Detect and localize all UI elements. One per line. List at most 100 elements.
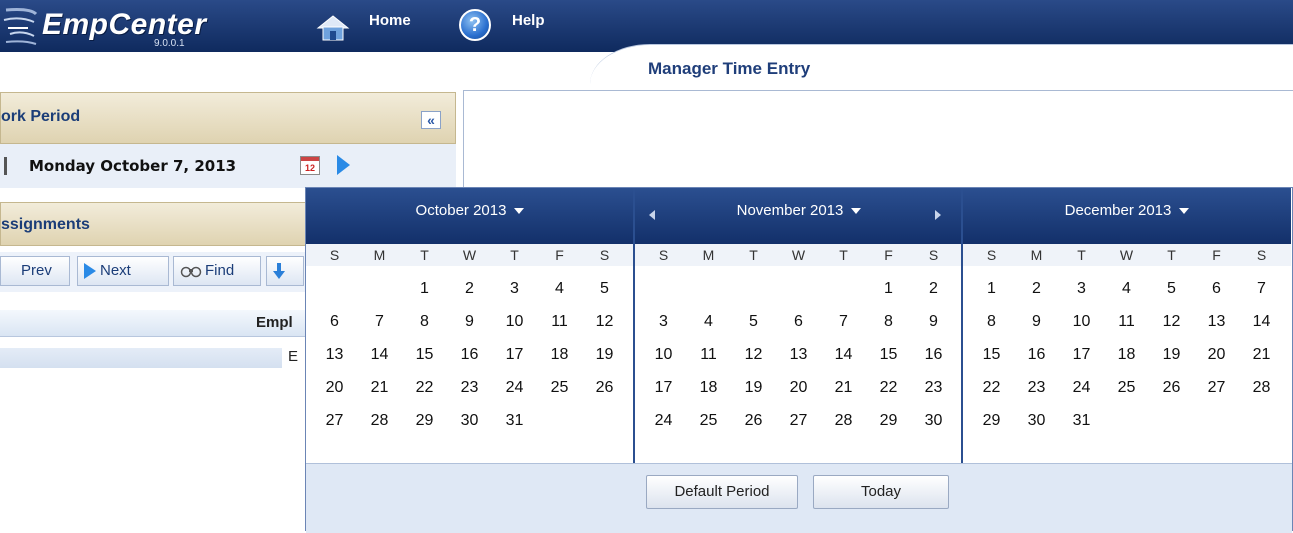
- table-row[interactable]: E: [0, 344, 310, 372]
- day-cell[interactable]: 31: [492, 404, 537, 437]
- day-cell[interactable]: 8: [969, 305, 1014, 338]
- day-cell[interactable]: 10: [1059, 305, 1104, 338]
- home-link[interactable]: Home: [369, 12, 411, 29]
- day-cell[interactable]: 21: [821, 371, 866, 404]
- day-cell[interactable]: 7: [821, 305, 866, 338]
- day-cell[interactable]: 25: [537, 371, 582, 404]
- day-cell[interactable]: 14: [821, 338, 866, 371]
- day-cell[interactable]: 17: [492, 338, 537, 371]
- day-cell[interactable]: 27: [312, 404, 357, 437]
- today-button[interactable]: Today: [813, 475, 949, 509]
- collapse-panel-button[interactable]: «: [421, 111, 441, 129]
- day-cell[interactable]: 17: [1059, 338, 1104, 371]
- day-cell[interactable]: 1: [402, 272, 447, 305]
- day-cell[interactable]: 7: [1239, 272, 1284, 305]
- day-cell[interactable]: 25: [686, 404, 731, 437]
- day-cell[interactable]: 7: [357, 305, 402, 338]
- day-cell[interactable]: 16: [911, 338, 956, 371]
- day-cell[interactable]: 4: [537, 272, 582, 305]
- day-cell[interactable]: 14: [357, 338, 402, 371]
- day-cell[interactable]: 28: [357, 404, 402, 437]
- day-cell[interactable]: 22: [866, 371, 911, 404]
- move-down-button[interactable]: [266, 256, 304, 286]
- day-cell[interactable]: 10: [641, 338, 686, 371]
- default-period-button[interactable]: Default Period: [646, 475, 798, 509]
- month-title-dropdown[interactable]: November 2013: [635, 202, 963, 219]
- day-cell[interactable]: 20: [312, 371, 357, 404]
- day-cell[interactable]: 17: [641, 371, 686, 404]
- day-cell[interactable]: 29: [866, 404, 911, 437]
- day-cell[interactable]: 30: [1014, 404, 1059, 437]
- help-link[interactable]: Help: [512, 12, 545, 29]
- day-cell[interactable]: 27: [776, 404, 821, 437]
- day-cell[interactable]: 1: [866, 272, 911, 305]
- day-cell[interactable]: 9: [911, 305, 956, 338]
- day-cell[interactable]: 19: [731, 371, 776, 404]
- day-cell[interactable]: 15: [402, 338, 447, 371]
- day-cell[interactable]: 12: [582, 305, 627, 338]
- day-cell[interactable]: 8: [866, 305, 911, 338]
- day-cell[interactable]: 12: [1149, 305, 1194, 338]
- day-cell[interactable]: 31: [1059, 404, 1104, 437]
- day-cell[interactable]: 13: [1194, 305, 1239, 338]
- day-cell[interactable]: 15: [866, 338, 911, 371]
- day-cell[interactable]: 26: [731, 404, 776, 437]
- day-cell[interactable]: 20: [776, 371, 821, 404]
- day-cell[interactable]: 19: [1149, 338, 1194, 371]
- day-cell[interactable]: 9: [447, 305, 492, 338]
- day-cell[interactable]: 24: [1059, 371, 1104, 404]
- next-month-icon[interactable]: [935, 210, 941, 220]
- day-cell[interactable]: 4: [1104, 272, 1149, 305]
- day-cell[interactable]: 21: [1239, 338, 1284, 371]
- find-button[interactable]: Find: [173, 256, 261, 286]
- day-cell[interactable]: 30: [911, 404, 956, 437]
- day-cell[interactable]: 24: [492, 371, 537, 404]
- day-cell[interactable]: 29: [969, 404, 1014, 437]
- grid-column-employee[interactable]: Empl: [256, 314, 293, 331]
- day-cell[interactable]: 22: [402, 371, 447, 404]
- empcenter-logo[interactable]: EmpCenter 9.0.0.1: [0, 6, 270, 49]
- day-cell[interactable]: 2: [447, 272, 492, 305]
- day-cell[interactable]: 5: [731, 305, 776, 338]
- day-cell[interactable]: 28: [1239, 371, 1284, 404]
- home-icon[interactable]: [316, 14, 350, 42]
- day-cell[interactable]: 10: [492, 305, 537, 338]
- day-cell[interactable]: 3: [1059, 272, 1104, 305]
- help-icon[interactable]: ?: [459, 9, 491, 41]
- day-cell[interactable]: 22: [969, 371, 1014, 404]
- day-cell[interactable]: 6: [312, 305, 357, 338]
- calendar-icon[interactable]: 12: [300, 156, 320, 175]
- day-cell[interactable]: 23: [447, 371, 492, 404]
- day-cell[interactable]: 16: [1014, 338, 1059, 371]
- day-cell[interactable]: 3: [492, 272, 537, 305]
- day-cell[interactable]: 26: [582, 371, 627, 404]
- day-cell[interactable]: 13: [312, 338, 357, 371]
- next-button[interactable]: Next: [77, 256, 169, 286]
- day-cell[interactable]: 11: [1104, 305, 1149, 338]
- day-cell[interactable]: 16: [447, 338, 492, 371]
- month-title-dropdown[interactable]: December 2013: [963, 202, 1291, 219]
- day-cell[interactable]: 26: [1149, 371, 1194, 404]
- day-cell[interactable]: 5: [582, 272, 627, 305]
- day-cell[interactable]: 8: [402, 305, 447, 338]
- day-cell[interactable]: 18: [1104, 338, 1149, 371]
- day-cell[interactable]: 1: [969, 272, 1014, 305]
- day-cell[interactable]: 28: [821, 404, 866, 437]
- day-cell[interactable]: 11: [537, 305, 582, 338]
- day-cell[interactable]: 5: [1149, 272, 1194, 305]
- prev-button[interactable]: Prev: [0, 256, 70, 286]
- grid-cell[interactable]: [0, 348, 282, 368]
- day-cell[interactable]: 23: [1014, 371, 1059, 404]
- day-cell[interactable]: 21: [357, 371, 402, 404]
- day-cell[interactable]: 12: [731, 338, 776, 371]
- day-cell[interactable]: 14: [1239, 305, 1284, 338]
- day-cell[interactable]: 4: [686, 305, 731, 338]
- day-cell[interactable]: 6: [1194, 272, 1239, 305]
- day-cell[interactable]: 6: [776, 305, 821, 338]
- day-cell[interactable]: 25: [1104, 371, 1149, 404]
- day-cell[interactable]: 19: [582, 338, 627, 371]
- day-cell[interactable]: 27: [1194, 371, 1239, 404]
- month-title-dropdown[interactable]: October 2013: [306, 202, 634, 219]
- day-cell[interactable]: 3: [641, 305, 686, 338]
- day-cell[interactable]: 18: [537, 338, 582, 371]
